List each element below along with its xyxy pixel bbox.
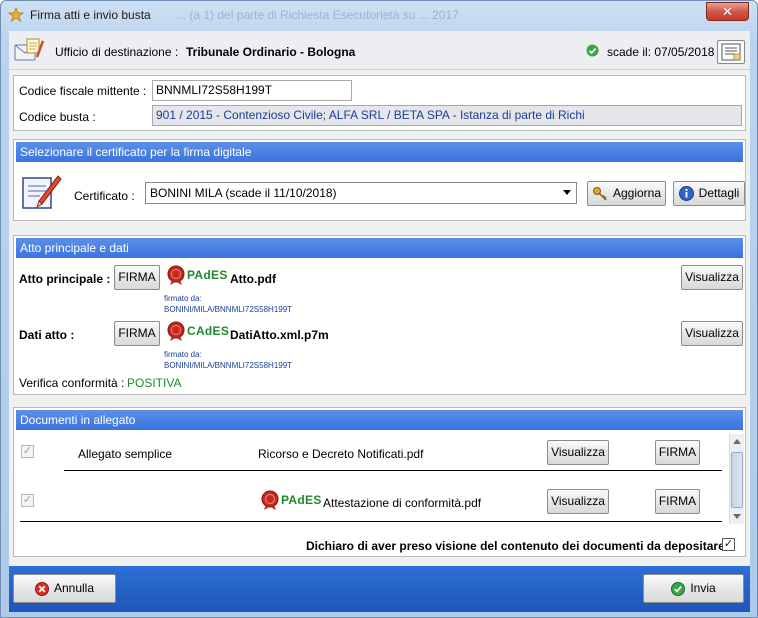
annulla-label: Annulla	[53, 581, 95, 595]
scroll-thumb[interactable]	[731, 452, 743, 508]
ufficio-value: Tribunale Ordinario - Bologna	[186, 45, 356, 59]
atto-principale-label: Atto principale :	[19, 272, 111, 286]
dati-atto-filename[interactable]: DatiAtto.xml.p7m	[230, 328, 329, 342]
codice-fiscale-label: Codice fiscale mittente :	[19, 84, 147, 98]
codice-fiscale-field[interactable]: BNNMLI72S58H199T	[152, 80, 352, 101]
wax-seal-icon	[167, 321, 185, 341]
atto-principale-signed-label: firmato da:	[164, 294, 202, 303]
notes-button[interactable]	[717, 40, 745, 64]
allegato-1-filename[interactable]: Ricorso e Decreto Notificati.pdf	[258, 447, 423, 461]
certificato-panel: Selezionare il certificato per la firma …	[13, 139, 746, 221]
invia-button[interactable]: Invia	[643, 574, 744, 603]
check-circle-icon	[671, 581, 686, 596]
allegati-section-header: Documenti in allegato	[16, 410, 743, 430]
document-list-icon	[721, 43, 741, 61]
aggiorna-label: Aggiorna	[612, 186, 662, 200]
allegato-2-format: PAdES	[281, 493, 322, 507]
window-title: Firma atti e invio busta	[30, 8, 151, 22]
refresh-keys-icon	[592, 186, 607, 201]
certificate-pen-icon	[22, 175, 62, 209]
dati-atto-label: Dati atto :	[19, 328, 75, 342]
envelope-pen-icon	[14, 38, 45, 61]
row-divider	[64, 470, 722, 471]
scadenza-text: scade il: 07/05/2018	[607, 45, 715, 59]
verifica-label: Verifica conformità :	[19, 376, 125, 390]
wax-seal-icon	[167, 265, 185, 285]
allegato-2-checkbox[interactable]: ✓	[21, 494, 34, 507]
allegato-1-tipo: Allegato semplice	[78, 447, 173, 461]
allegati-scrollbar[interactable]	[729, 434, 744, 524]
chevron-down-icon	[563, 190, 571, 195]
allegato-1-checkbox[interactable]: ✓	[21, 445, 34, 458]
window-title-ghost: ... (a 1) del parte di Richiesta Esecuto…	[176, 8, 459, 22]
allegato-2-firma-button[interactable]: FIRMA	[655, 489, 700, 514]
close-button[interactable]: ✕	[706, 2, 749, 21]
aggiorna-button[interactable]: Aggiorna	[587, 181, 666, 206]
mittente-panel: Codice fiscale mittente : BNNMLI72S58H19…	[13, 75, 746, 131]
allegato-2-visualizza-button[interactable]: Visualizza	[547, 489, 609, 514]
cancel-icon	[34, 581, 49, 596]
dati-atto-signed-label: firmato da:	[164, 350, 202, 359]
scroll-up-icon[interactable]	[733, 439, 741, 444]
annulla-button[interactable]: Annulla	[13, 574, 116, 603]
verifica-value: POSITIVA	[127, 376, 182, 390]
dialog-footer: Annulla Invia	[9, 566, 750, 612]
info-icon	[678, 186, 694, 202]
dichiaro-label: Dichiaro di aver preso visione del conte…	[306, 539, 725, 553]
app-icon	[8, 7, 24, 22]
atto-section-header: Atto principale e dati	[16, 238, 743, 258]
atto-panel: Atto principale e dati Atto principale :…	[13, 235, 746, 395]
certificato-select[interactable]: BONINI MILA (scade il 11/10/2018)	[145, 182, 577, 204]
atto-principale-format: PAdES	[187, 268, 228, 282]
dichiaro-checkbox[interactable]: ✓	[722, 538, 735, 551]
dettagli-label: Dettagli	[698, 186, 740, 200]
allegato-2-filename[interactable]: Attestazione di conformità.pdf	[323, 496, 481, 510]
ufficio-label: Ufficio di destinazione :	[55, 45, 179, 59]
close-icon: ✕	[722, 4, 733, 19]
invia-label: Invia	[690, 581, 716, 595]
atto-principale-filename[interactable]: Atto.pdf	[230, 272, 276, 286]
certificato-label: Certificato :	[74, 189, 135, 203]
dati-atto-format: CAdES	[187, 324, 230, 338]
dettagli-button[interactable]: Dettagli	[673, 181, 745, 206]
atto-principale-signer: BONINI/MILA/BNNMLI72S58H199T	[164, 305, 293, 314]
dati-atto-signer: BONINI/MILA/BNNMLI72S58H199T	[164, 361, 293, 370]
dati-atto-visualizza-button[interactable]: Visualizza	[681, 321, 743, 346]
wax-seal-icon	[261, 490, 279, 510]
row-divider	[20, 521, 722, 522]
allegati-panel: Documenti in allegato ✓ Allegato semplic…	[13, 407, 746, 557]
certificato-selected-value: BONINI MILA (scade il 11/10/2018)	[150, 186, 337, 200]
destination-header: Ufficio di destinazione : Tribunale Ordi…	[9, 31, 750, 70]
scroll-down-icon[interactable]	[733, 514, 741, 519]
codice-busta-label: Codice busta :	[19, 110, 96, 124]
dialog-window: Firma atti e invio busta ... (a 1) del p…	[0, 0, 758, 618]
check-circle-icon	[586, 44, 599, 57]
certificato-section-header: Selezionare il certificato per la firma …	[16, 142, 743, 162]
allegato-1-firma-button[interactable]: FIRMA	[655, 440, 700, 465]
dialog-client: Ufficio di destinazione : Tribunale Ordi…	[9, 31, 750, 612]
codice-busta-field[interactable]: 901 / 2015 - Contenzioso Civile; ALFA SR…	[152, 105, 742, 126]
atto-principale-visualizza-button[interactable]: Visualizza	[681, 265, 743, 290]
dati-atto-firma-button[interactable]: FIRMA	[114, 321, 160, 346]
atto-principale-firma-button[interactable]: FIRMA	[114, 265, 160, 290]
allegato-1-visualizza-button[interactable]: Visualizza	[547, 440, 609, 465]
title-bar[interactable]: Firma atti e invio busta ... (a 1) del p…	[1, 1, 757, 29]
